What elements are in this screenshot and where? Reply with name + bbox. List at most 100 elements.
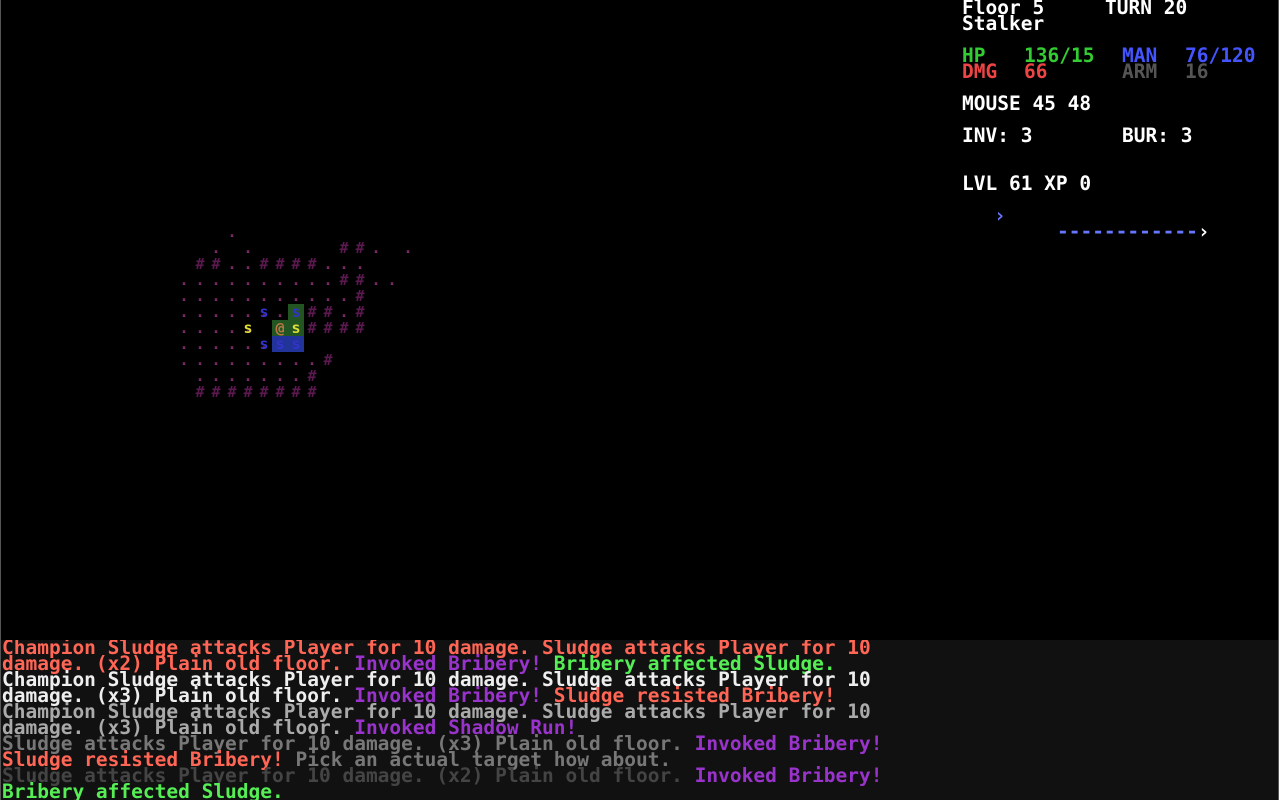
wall-tile: # xyxy=(323,319,333,337)
floor-tile: . xyxy=(339,255,349,273)
wall-tile: # xyxy=(323,303,333,321)
arm-value: 16 xyxy=(1185,60,1209,83)
floor-tile: . xyxy=(243,271,253,289)
status-sidebar: Floor 5 TURN 20 Stalker HP 136/15 MAN 76… xyxy=(960,0,1279,640)
floor-tile: . xyxy=(275,351,285,369)
floor-tile: . xyxy=(227,255,237,273)
inventory-count: INV: 3 xyxy=(962,124,1033,147)
sludge-monster[interactable]: s xyxy=(256,336,272,352)
floor-tile: . xyxy=(195,271,205,289)
floor-tile: . xyxy=(339,287,349,305)
wall-tile: # xyxy=(211,255,221,273)
floor-tile: . xyxy=(259,351,269,369)
wall-tile: # xyxy=(339,239,349,257)
floor-tile: . xyxy=(243,367,253,385)
arm-label: ARM xyxy=(1122,60,1158,83)
floor-tile: . xyxy=(227,351,237,369)
floor-tile: . xyxy=(243,303,253,321)
sludge-monster[interactable]: s xyxy=(240,320,256,336)
floor-tile: . xyxy=(275,271,285,289)
floor-tile: . xyxy=(211,303,221,321)
log-segment: Bribery affected Sludge. xyxy=(2,780,284,800)
floor-tile: . xyxy=(227,223,237,241)
wall-tile: # xyxy=(307,303,317,321)
wall-tile: # xyxy=(307,367,317,385)
wall-tile: # xyxy=(307,255,317,273)
sludge-monster[interactable]: s xyxy=(288,320,304,336)
floor-tile: . xyxy=(371,271,381,289)
wall-tile: # xyxy=(211,383,221,401)
wall-tile: # xyxy=(195,255,205,273)
xp-bar-dashes: ------------ xyxy=(1056,220,1198,243)
sludge-monster[interactable]: s xyxy=(288,304,304,320)
floor-tile: . xyxy=(211,319,221,337)
turn-counter: TURN 20 xyxy=(1105,0,1188,19)
wall-tile: # xyxy=(259,255,269,273)
level-xp: LVL 61 XP 0 xyxy=(962,172,1092,195)
floor-tile: . xyxy=(179,351,189,369)
floor-tile: . xyxy=(355,255,365,273)
wall-tile: # xyxy=(339,271,349,289)
floor-tile: . xyxy=(195,319,205,337)
floor-tile: . xyxy=(323,271,333,289)
wall-tile: # xyxy=(355,271,365,289)
xp-bar-right-arrow-icon: › xyxy=(1197,220,1210,243)
dmg-value: 66 xyxy=(1024,60,1048,83)
floor-tile: . xyxy=(243,255,253,273)
floor-tile: . xyxy=(323,255,333,273)
floor-tile: . xyxy=(307,287,317,305)
log-segment: Invoked Bribery! xyxy=(694,764,883,787)
game-map[interactable]: ... # #.. # #.. # # # #............ # #...........… xyxy=(0,0,960,640)
floor-tile: . xyxy=(323,287,333,305)
dmg-label: DMG xyxy=(962,60,998,83)
floor-tile: . xyxy=(291,287,301,305)
floor-tile: . xyxy=(179,287,189,305)
floor-tile: . xyxy=(195,351,205,369)
wall-tile: # xyxy=(243,383,253,401)
floor-tile: . xyxy=(179,271,189,289)
floor-tile: . xyxy=(307,351,317,369)
floor-tile: . xyxy=(291,271,301,289)
floor-tile: . xyxy=(179,303,189,321)
floor-tile: . xyxy=(339,303,349,321)
floor-tile: . xyxy=(227,271,237,289)
floor-tile: . xyxy=(195,287,205,305)
floor-tile: . xyxy=(243,351,253,369)
xp-bar-left-arrow-icon: › xyxy=(994,204,1006,227)
wall-tile: # xyxy=(291,383,301,401)
player-character[interactable]: @ xyxy=(272,320,288,336)
floor-tile: . xyxy=(227,335,237,353)
wall-tile: # xyxy=(323,351,333,369)
floor-tile: . xyxy=(275,287,285,305)
floor-tile: . xyxy=(211,351,221,369)
floor-tile: . xyxy=(211,239,221,257)
mouse-coordinates: MOUSE 45 48 xyxy=(962,92,1092,115)
floor-tile: . xyxy=(243,287,253,305)
floor-tile: . xyxy=(403,239,413,257)
floor-tile: . xyxy=(179,335,189,353)
floor-tile: . xyxy=(371,239,381,257)
floor-tile: . xyxy=(387,271,397,289)
log-segment: Invoked Bribery! xyxy=(694,732,883,755)
floor-tile: . xyxy=(275,367,285,385)
sludge-monster[interactable]: s xyxy=(288,336,304,352)
sludge-monster[interactable]: s xyxy=(272,336,288,352)
floor-tile: . xyxy=(275,303,285,321)
floor-tile: . xyxy=(291,367,301,385)
floor-tile: . xyxy=(291,351,301,369)
floor-tile: . xyxy=(211,287,221,305)
floor-tile: . xyxy=(307,271,317,289)
wall-tile: # xyxy=(227,383,237,401)
floor-tile: . xyxy=(195,303,205,321)
floor-tile: . xyxy=(195,335,205,353)
wall-tile: # xyxy=(355,287,365,305)
floor-tile: . xyxy=(179,319,189,337)
floor-tile: . xyxy=(259,271,269,289)
burden-count: BUR: 3 xyxy=(1122,124,1193,147)
wall-tile: # xyxy=(355,239,365,257)
wall-tile: # xyxy=(259,383,269,401)
floor-tile: . xyxy=(243,239,253,257)
wall-tile: # xyxy=(307,319,317,337)
sludge-monster[interactable]: s xyxy=(256,304,272,320)
wall-tile: # xyxy=(355,319,365,337)
